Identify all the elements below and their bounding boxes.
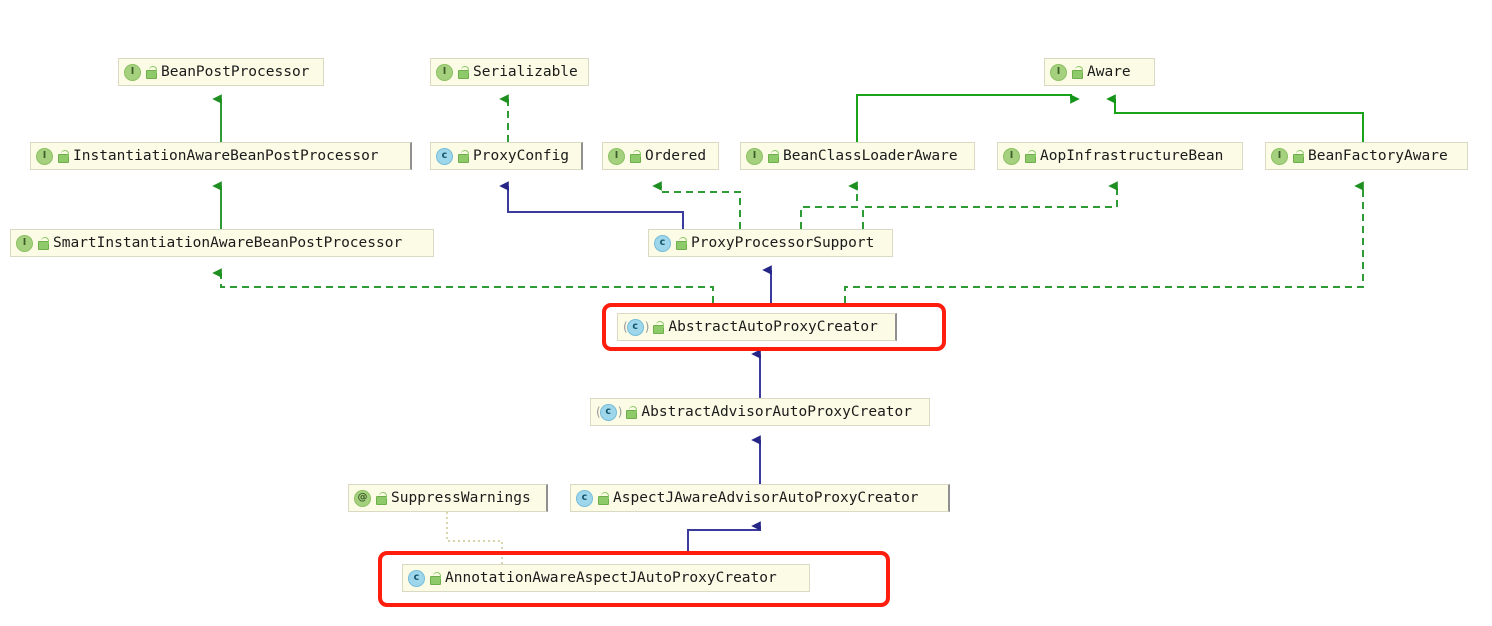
edge-pps-to-aib: [862, 181, 1118, 229]
class-node-SmartInstantiationAwareBeanPostProcessor[interactable]: I SmartInstantiationAwareBeanPostProcesso…: [10, 229, 434, 257]
public-unlocked-padlock-icon: [1292, 149, 1304, 163]
interface-icon: I: [608, 147, 625, 165]
interface-icon: I: [1050, 63, 1067, 81]
class-node-label: BeanClassLoaderAware: [783, 148, 958, 164]
class-node-label: ProxyConfig: [473, 148, 570, 164]
public-unlocked-padlock-icon: [429, 571, 441, 585]
public-unlocked-padlock-icon: [457, 149, 469, 163]
abstract-class-icon: c: [626, 318, 644, 336]
public-unlocked-padlock-icon: [675, 236, 687, 250]
class-node-label: SmartInstantiationAwareBeanPostProcessor: [53, 235, 403, 251]
class-icon: c: [436, 147, 453, 165]
public-unlocked-padlock-icon: [375, 491, 387, 505]
class-node-BeanClassLoaderAware[interactable]: I BeanClassLoaderAware: [740, 142, 975, 170]
interface-icon: I: [436, 63, 453, 81]
edge-pps-to-ordered: [652, 181, 741, 229]
public-unlocked-padlock-icon: [37, 236, 49, 250]
class-node-InstantiationAwareBeanPostProcessor[interactable]: I InstantiationAwareBeanPostProcessor: [30, 142, 412, 170]
class-node-label: Aware: [1087, 64, 1131, 80]
interface-icon: I: [124, 63, 141, 81]
class-node-BeanPostProcessor[interactable]: I BeanPostProcessor: [118, 58, 324, 86]
class-node-label: AopInfrastructureBean: [1040, 148, 1224, 164]
class-node-AnnotationAwareAspectJAutoProxyCreator[interactable]: c AnnotationAwareAspectJAutoProxyCreator: [402, 564, 810, 592]
interface-icon: I: [16, 234, 33, 252]
class-node-label: ProxyProcessorSupport: [691, 235, 875, 251]
class-icon: c: [576, 489, 593, 507]
class-node-label: Ordered: [645, 148, 707, 164]
class-node-AbstractAdvisorAutoProxyCreator[interactable]: c AbstractAdvisorAutoProxyCreator: [590, 398, 930, 426]
class-node-ProxyProcessorSupport[interactable]: c ProxyProcessorSupport: [648, 229, 893, 257]
edge-aapc-to-siabpp: [212, 268, 714, 303]
public-unlocked-padlock-icon: [145, 65, 157, 79]
edge-pps-to-proxyconfig: [499, 181, 684, 229]
public-unlocked-padlock-icon: [652, 320, 665, 334]
interface-icon: I: [746, 147, 763, 165]
class-node-label: AbstractAutoProxyCreator: [668, 319, 878, 335]
interface-icon: I: [1271, 147, 1288, 165]
edge-pps-to-bcla: [800, 181, 858, 229]
class-node-AbstractAutoProxyCreator[interactable]: c AbstractAutoProxyCreator: [617, 313, 897, 341]
class-node-label: InstantiationAwareBeanPostProcessor: [73, 148, 379, 164]
class-icon: c: [654, 234, 671, 252]
class-node-label: AbstractAdvisorAutoProxyCreator: [641, 404, 912, 420]
public-unlocked-padlock-icon: [457, 65, 469, 79]
class-node-label: BeanPostProcessor: [161, 64, 310, 80]
class-node-AopInfrastructureBean[interactable]: I AopInfrastructureBean: [997, 142, 1243, 170]
class-node-BeanFactoryAware[interactable]: I BeanFactoryAware: [1265, 142, 1468, 170]
class-icon: c: [408, 569, 425, 587]
class-node-label: SuppressWarnings: [391, 490, 531, 506]
class-node-SuppressWarnings[interactable]: @ SuppressWarnings: [348, 484, 548, 512]
class-node-Serializable[interactable]: I Serializable: [430, 58, 589, 86]
class-node-ProxyConfig[interactable]: c ProxyConfig: [430, 142, 583, 170]
class-node-label: BeanFactoryAware: [1308, 148, 1448, 164]
class-node-label: AspectJAwareAdvisorAutoProxyCreator: [613, 490, 919, 506]
abstract-class-icon: c: [599, 403, 617, 421]
public-unlocked-padlock-icon: [597, 491, 609, 505]
edge-bfa-to-aware: [1106, 94, 1364, 142]
annotation-icon: @: [354, 489, 371, 507]
interface-icon: I: [36, 147, 53, 165]
class-node-label: AnnotationAwareAspectJAutoProxyCreator: [445, 570, 777, 586]
public-unlocked-padlock-icon: [767, 149, 779, 163]
class-node-AspectJAwareAdvisorAutoProxyCreator[interactable]: c AspectJAwareAdvisorAutoProxyCreator: [570, 484, 950, 512]
edge-aapc-to-bfa: [844, 181, 1364, 303]
public-unlocked-padlock-icon: [57, 149, 69, 163]
public-unlocked-padlock-icon: [629, 149, 641, 163]
class-hierarchy-diagram: I BeanPostProcessor I Serializable I Aware I In…: [0, 0, 1492, 626]
class-node-Aware[interactable]: I Aware: [1044, 58, 1155, 86]
class-node-label: Serializable: [473, 64, 578, 80]
interface-icon: I: [1003, 147, 1020, 165]
public-unlocked-padlock-icon: [625, 405, 638, 419]
edge-bcla-to-aware: [856, 94, 1080, 142]
edge-anaapc-to-ajaapc: [687, 521, 761, 551]
public-unlocked-padlock-icon: [1024, 149, 1036, 163]
public-unlocked-padlock-icon: [1071, 65, 1083, 79]
class-node-Ordered[interactable]: I Ordered: [602, 142, 719, 170]
